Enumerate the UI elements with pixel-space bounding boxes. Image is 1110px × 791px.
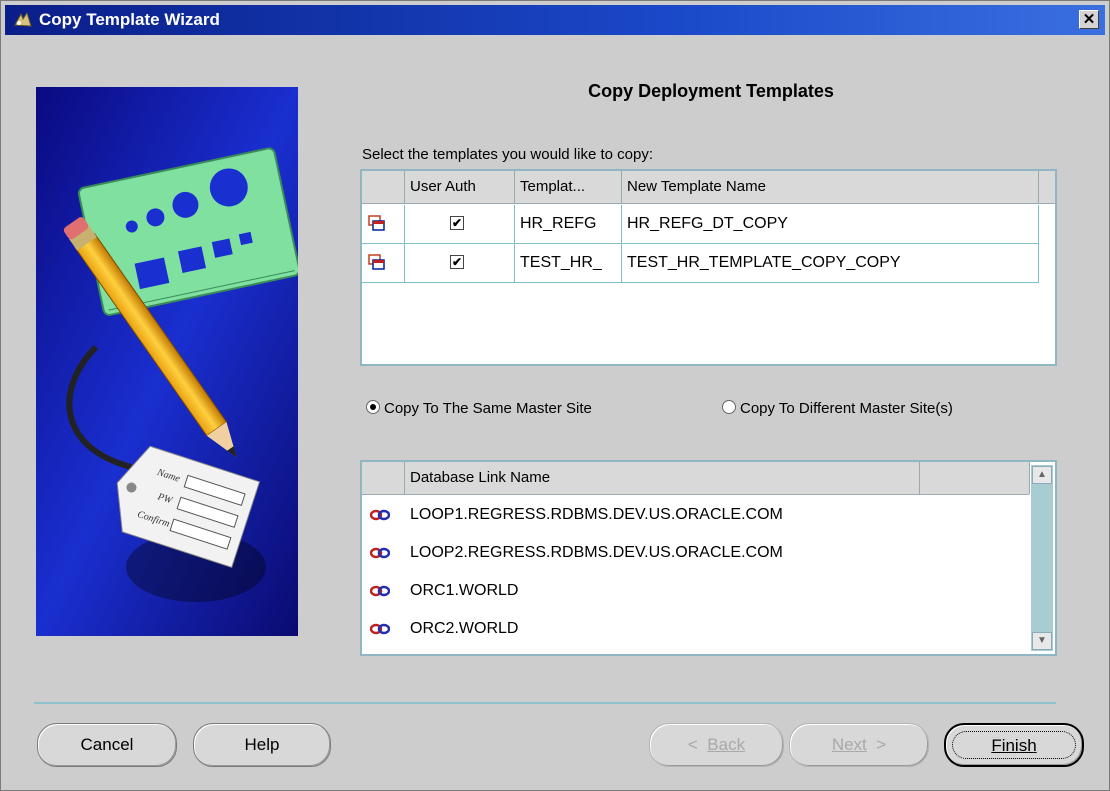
database-link-name: ORC1.WORLD [410,582,519,599]
focus-ring [952,731,1076,759]
user-auth-cell: ✔ [405,244,515,282]
database-link-name: LOOP1.REGRESS.RDBMS.DEV.US.ORACLE.COM [410,506,783,523]
title-bar: Copy Template Wizard ✕ [5,5,1105,35]
database-links-table[interactable]: Database Link Name LOOP1.REGRESS.RDBMS.D… [360,460,1057,656]
page-heading: Copy Deployment Templates [588,81,834,101]
database-link-name: ORC2.WORLD [410,620,519,637]
table-row[interactable]: ✔ TEST_HR_ TEST_HR_TEMPLATE_COPY_COPY [362,244,1039,283]
template-icon [368,215,385,231]
database-link-icon [370,585,390,597]
radio-different-master-site[interactable]: Copy To Different Master Site(s) [722,400,953,417]
window-title: Copy Template Wizard [39,10,220,29]
user-auth-cell: ✔ [405,205,515,243]
table-row[interactable]: ✔ HR_REFG HR_REFG_DT_COPY [362,205,1039,244]
new-template-name-cell[interactable]: HR_REFG_DT_COPY [622,205,1039,243]
vertical-scrollbar[interactable]: ▲ ▼ [1031,465,1053,651]
next-button[interactable]: Next > [789,723,929,767]
scroll-up-button[interactable]: ▲ [1032,466,1052,484]
header-empty-column [920,462,1030,494]
template-cell: HR_REFG [515,205,622,243]
templates-table[interactable]: User Auth Templat... New Template Name ✔… [360,169,1057,366]
header-database-link-name[interactable]: Database Link Name [405,462,920,494]
next-arrow-icon: > [876,735,887,754]
scroll-down-button[interactable]: ▼ [1032,632,1052,650]
templates-prompt: Select the templates you would like to c… [362,146,653,163]
templates-table-header: User Auth Templat... New Template Name [362,171,1055,204]
new-template-name-cell[interactable]: TEST_HR_TEMPLATE_COPY_COPY [622,244,1039,282]
database-link-name: LOOP2.REGRESS.RDBMS.DEV.US.ORACLE.COM [410,544,783,561]
radio-selected-icon [366,400,380,414]
cancel-button[interactable]: Cancel [37,723,177,767]
user-auth-checkbox[interactable]: ✔ [450,216,464,230]
back-label: Back [707,735,746,754]
button-separator [34,702,1056,704]
database-link-icon [370,623,390,635]
database-link-icon [370,509,390,521]
links-table-header: Database Link Name [362,462,1030,495]
radio-same-master-site[interactable]: Copy To The Same Master Site [366,400,592,417]
back-arrow-icon: < [687,735,698,754]
radio-different-label: Copy To Different Master Site(s) [740,400,953,417]
radio-same-label: Copy To The Same Master Site [384,400,592,417]
finish-button[interactable]: Finish [944,723,1084,767]
close-icon: ✕ [1082,11,1096,28]
wizard-illustration: Name PW Confirm [36,87,298,636]
header-template[interactable]: Templat... [515,171,622,203]
wizard-app-icon [14,11,32,27]
radio-unselected-icon [722,400,736,414]
header-user-auth[interactable]: User Auth [405,171,515,203]
header-icon-column [362,171,405,203]
row-icon-cell [362,205,405,243]
help-button[interactable]: Help [193,723,331,767]
header-icon-column [362,462,405,494]
user-auth-checkbox[interactable]: ✔ [450,255,464,269]
row-icon-cell [362,244,405,282]
next-label: Next [831,735,867,754]
database-link-icon [370,547,390,559]
template-cell: TEST_HR_ [515,244,622,282]
header-new-template-name[interactable]: New Template Name [622,171,1039,203]
close-button[interactable]: ✕ [1079,10,1099,29]
wizard-window: Copy Template Wizard ✕ Name PW Confirm C… [0,0,1110,791]
back-button[interactable]: < Back [649,723,784,767]
template-icon [368,254,385,270]
